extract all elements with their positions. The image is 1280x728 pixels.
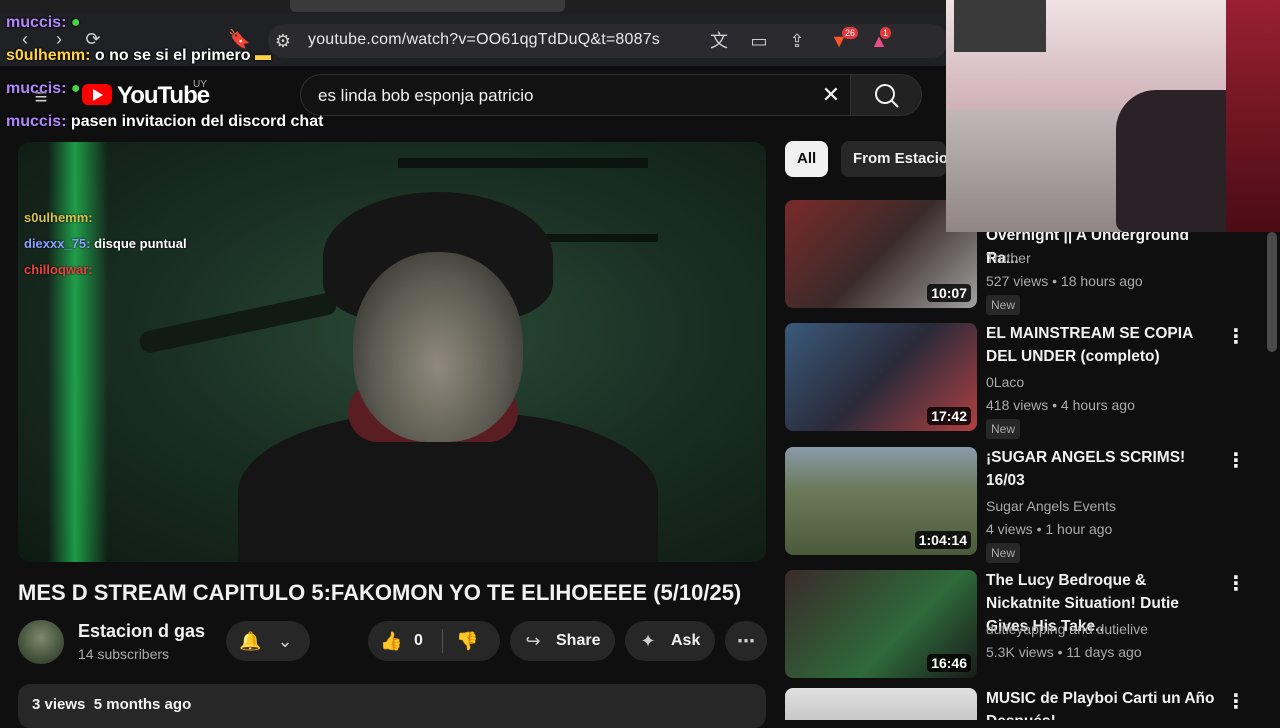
- new-badge: New: [986, 419, 1021, 439]
- subscription-bell-button[interactable]: 🔔 ⌄: [226, 621, 310, 661]
- subscriber-count: 14 subscribers: [78, 646, 170, 662]
- channel-avatar[interactable]: [18, 620, 64, 664]
- recommendation-thumbnail[interactable]: 17:42: [785, 323, 977, 431]
- clear-search-icon[interactable]: ✕: [820, 84, 842, 106]
- chat-message: pasen invitacion del discord chat: [70, 113, 324, 130]
- recommendation-meta: 4 views • 1 hour ago: [986, 521, 1113, 537]
- frog-emote-icon: ●: [70, 80, 81, 97]
- video-duration: 1:04:14: [914, 531, 971, 549]
- new-badge: New: [986, 295, 1021, 315]
- shelf: [398, 158, 648, 168]
- recommendation-channel[interactable]: Sugar Angels Events: [986, 498, 1116, 514]
- recommendation-title[interactable]: ¡SUGAR ANGELS SCRIMS! 16/03: [986, 446, 1218, 492]
- video-duration: 17:42: [927, 407, 971, 425]
- video-chat-line-2: diexxx_75: disque puntual: [24, 236, 187, 251]
- share-button[interactable]: ↪ Share: [510, 621, 615, 661]
- chat-line-3: muccis: ●: [6, 80, 81, 98]
- video-chat-user: chilloqwar:: [24, 262, 93, 277]
- share-label: Share: [556, 632, 601, 649]
- chevron-down-icon: ⌄: [277, 631, 293, 651]
- more-options-icon[interactable]: ⋮: [1226, 572, 1246, 596]
- country-code: UY: [193, 79, 207, 90]
- share-page-icon[interactable]: ⇪: [786, 30, 808, 52]
- more-options-icon[interactable]: ⋮: [1226, 325, 1246, 349]
- video-chat-user: diexxx_75:: [24, 236, 91, 251]
- more-options-icon[interactable]: ⋮: [1226, 449, 1246, 473]
- view-count: 3 views: [32, 696, 86, 713]
- microphone: [137, 291, 339, 355]
- recommendation-channel[interactable]: 0Laco: [986, 374, 1024, 390]
- cast-icon[interactable]: ▭: [748, 30, 770, 52]
- chip-from-channel[interactable]: From Estacio: [841, 141, 946, 177]
- brave-shield-count: 26: [842, 27, 859, 39]
- recommendation-meta: 527 views • 18 hours ago: [986, 273, 1143, 289]
- chat-line-4: muccis: pasen invitacion del discord cha…: [6, 113, 323, 131]
- recommendation-thumbnail[interactable]: [785, 688, 977, 720]
- more-horizontal-icon: ⋯: [737, 631, 755, 651]
- recommendation-meta: 5.3K views • 11 days ago: [986, 644, 1142, 660]
- ask-button[interactable]: ✦ Ask: [625, 621, 715, 661]
- wall-poster: [954, 0, 1046, 52]
- sparkle-icon: ✦: [640, 631, 656, 651]
- more-actions-button[interactable]: ⋯: [725, 621, 767, 661]
- video-duration: 10:07: [927, 284, 971, 302]
- recommendation-channel[interactable]: Truther: [986, 250, 1031, 266]
- youtube-play-glyph: [93, 89, 103, 101]
- recommendation-thumbnail[interactable]: 16:46: [785, 570, 977, 678]
- recommendation-title[interactable]: EL MAINSTREAM SE COPIA DEL UNDER (comple…: [986, 322, 1218, 368]
- chat-user: muccis:: [6, 14, 67, 31]
- browser-tab-strip: [0, 0, 946, 14]
- like-dislike-group: 👍 0 👎: [368, 621, 500, 661]
- green-light: [48, 142, 108, 562]
- recommendation-channel[interactable]: dutieyapping and dutielive: [986, 621, 1148, 637]
- video-chat-message: disque puntual: [94, 236, 187, 251]
- webcam-overlay: [946, 0, 1280, 232]
- streamer-face: [353, 252, 523, 442]
- chat-user: s0ulhemm:: [6, 47, 91, 64]
- translate-icon[interactable]: 文: [708, 30, 730, 52]
- rewards-count: 1: [880, 27, 892, 39]
- chat-line-1: muccis: ●: [6, 14, 81, 32]
- recommendation-thumbnail[interactable]: 1:04:14: [785, 447, 977, 555]
- video-chat-line-1: s0ulhemm:: [24, 210, 93, 225]
- chat-user: muccis:: [6, 80, 67, 97]
- chat-message: o no se si el primero: [94, 47, 251, 64]
- search-query[interactable]: es linda bob esponja patricio: [318, 86, 533, 106]
- chat-user: muccis:: [6, 113, 67, 130]
- frog-emote-icon: ●: [70, 14, 81, 31]
- new-badge: New: [986, 543, 1021, 563]
- url-text[interactable]: youtube.com/watch?v=OO61qgTdDuQ&t=8087s: [308, 31, 660, 49]
- red-curtain: [1226, 0, 1280, 232]
- recommendation-title[interactable]: MUSIC de Playboi Carti un Año Después!: [986, 687, 1218, 720]
- bell-icon: 🔔: [239, 631, 262, 651]
- search-icon: [875, 84, 899, 108]
- recommendation-meta: 418 views • 4 hours ago: [986, 397, 1135, 413]
- chat-line-2: s0ulhemm: o no se si el primero ▬: [6, 47, 271, 65]
- share-icon: ↪: [525, 631, 541, 651]
- video-chat-line-3: chilloqwar:: [24, 262, 93, 277]
- divider: [442, 629, 443, 653]
- dislike-icon[interactable]: 👎: [456, 630, 478, 652]
- car-emote-icon: ▬: [254, 47, 271, 64]
- site-info-icon[interactable]: ⚙: [272, 30, 294, 52]
- video-stats: 3 views 5 months ago: [32, 696, 191, 713]
- video-title: MES D STREAM CAPITULO 5:FAKOMON YO TE EL…: [18, 580, 742, 605]
- chip-all[interactable]: All: [785, 141, 829, 177]
- ask-label: Ask: [671, 632, 701, 649]
- video-duration: 16:46: [927, 654, 971, 672]
- like-count[interactable]: 0: [414, 632, 423, 650]
- browser-tab[interactable]: [290, 0, 565, 12]
- video-chat-user: s0ulhemm:: [24, 210, 93, 225]
- video-player[interactable]: s0ulhemm: diexxx_75: disque puntual chil…: [18, 142, 766, 562]
- channel-name[interactable]: Estacion d gas: [78, 621, 205, 642]
- more-options-icon[interactable]: ⋮: [1226, 690, 1246, 714]
- search-button[interactable]: [850, 74, 922, 116]
- sidebar-scrollbar[interactable]: [1267, 232, 1277, 352]
- upload-date: 5 months ago: [93, 696, 192, 713]
- like-icon[interactable]: 👍: [380, 630, 402, 652]
